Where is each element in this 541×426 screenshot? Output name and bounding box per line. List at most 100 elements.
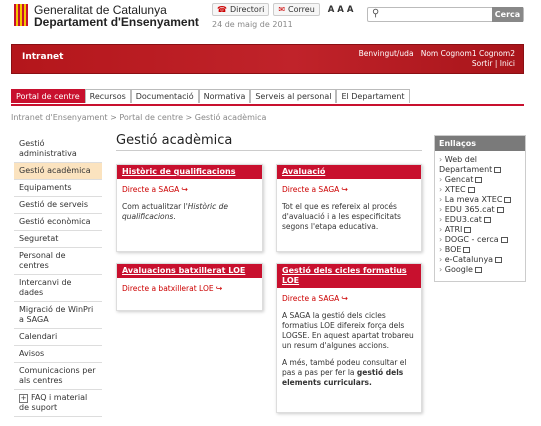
sidebar: Gestió administrativa Gestió acadèmica E… xyxy=(14,136,102,417)
sidebar-item-migracio-winpri[interactable]: Migració de WinPri a SAGA xyxy=(14,302,102,329)
generalitat-logo[interactable] xyxy=(14,4,28,26)
link-xtec[interactable]: XTEC xyxy=(445,185,466,194)
saga-link[interactable]: Directe a SAGA xyxy=(122,185,179,194)
link-item[interactable]: Gencat xyxy=(439,175,521,185)
links-title: Enllaços xyxy=(435,136,525,151)
curved-arrow-icon: ↪ xyxy=(215,284,223,293)
sidebar-item-calendari[interactable]: Calendari xyxy=(14,329,102,346)
link-edu365[interactable]: EDU 365.cat xyxy=(445,205,495,214)
batxillerat-link[interactable]: Directe a batxillerat LOE xyxy=(122,284,214,293)
curved-arrow-icon: ↪ xyxy=(181,185,188,194)
department-name: Departament d'Ensenyament xyxy=(34,15,199,29)
card-avaluacio-title[interactable]: Avaluació xyxy=(277,165,421,179)
directori-label: Directori xyxy=(229,5,265,14)
sidebar-item-seguretat[interactable]: Seguretat xyxy=(14,231,102,248)
logout-link[interactable]: Sortir xyxy=(472,59,493,68)
tab-documentacio[interactable]: Documentació xyxy=(130,89,199,103)
link-e-catalunya[interactable]: e-Catalunya xyxy=(445,255,493,264)
new-window-icon xyxy=(500,236,508,243)
card-historic-title[interactable]: Històric de qualificacions xyxy=(117,165,262,179)
correu-button[interactable]: ✉ Correu xyxy=(273,3,320,16)
welcome-label: Benvingut/uda xyxy=(358,49,414,58)
card-batxillerat-title[interactable]: Avaluacions batxillerat LOE xyxy=(117,264,262,278)
link-edu3[interactable]: EDU3.cat xyxy=(445,215,482,224)
link-item[interactable]: ATRI xyxy=(439,225,521,235)
sidebar-item-gestio-administrativa[interactable]: Gestió administrativa xyxy=(14,136,102,163)
new-window-icon xyxy=(463,246,471,253)
breadcrumb-sep: > xyxy=(110,113,117,122)
user-name: Nom Cognom1 Cognom2 xyxy=(420,49,515,58)
new-window-icon xyxy=(495,256,503,263)
tab-portal-de-centre[interactable]: Portal de centre xyxy=(11,89,85,103)
new-window-icon xyxy=(494,166,502,173)
link-item[interactable]: Google xyxy=(439,265,521,275)
link-google[interactable]: Google xyxy=(445,265,473,274)
new-window-icon xyxy=(483,216,491,223)
sidebar-item-gestio-economica[interactable]: Gestió econòmica xyxy=(14,214,102,231)
tab-recursos[interactable]: Recursos xyxy=(84,89,131,103)
user-welcome: Benvingut/uda Nom Cognom1 Cognom2 Sortir… xyxy=(359,49,515,69)
breadcrumb: Intranet d'Ensenyament > Portal de centr… xyxy=(11,113,266,122)
search-button[interactable]: Cerca xyxy=(492,7,523,22)
link-item[interactable]: BOE xyxy=(439,245,521,255)
card-historic-text-post: . xyxy=(173,212,176,221)
card-cicles-text2: A més, també podeu consultar el pas a pa… xyxy=(282,358,416,388)
card-cicles-title[interactable]: Gestió dels cicles formatius LOE xyxy=(277,264,421,288)
link-gencat[interactable]: Gencat xyxy=(445,175,474,184)
new-window-icon xyxy=(467,186,475,193)
breadcrumb-current: Gestió acadèmica xyxy=(194,113,267,122)
search-input[interactable] xyxy=(384,9,484,20)
link-item[interactable]: e-Catalunya xyxy=(439,255,521,265)
sidebar-item-intercanvi-de-dades[interactable]: Intercanvi de dades xyxy=(14,275,102,302)
nav-underline xyxy=(11,104,524,106)
card-historic: Històric de qualificacions Directe a SAG… xyxy=(116,164,263,252)
link-item[interactable]: EDU3.cat xyxy=(439,215,521,225)
brand[interactable]: Generalitat de Catalunya Departament d'E… xyxy=(34,4,199,28)
card-avaluacio-text: Tot el que es refereix al procés d'avalu… xyxy=(282,202,401,231)
card-batxillerat: Avaluacions batxillerat LOE Directe a ba… xyxy=(116,263,263,311)
link-item[interactable]: La meva XTEC xyxy=(439,195,521,205)
card-cicles-text1: A SAGA la gestió dels cicles formatius L… xyxy=(282,311,414,350)
card-avaluacio: Avaluació Directe a SAGA ↪ Tot el que es … xyxy=(276,164,422,252)
link-boe[interactable]: BOE xyxy=(445,245,462,254)
sidebar-item-faq[interactable]: FAQ i material de suport xyxy=(14,390,102,417)
link-meva-xtec[interactable]: La meva XTEC xyxy=(445,195,503,204)
sidebar-item-gestio-academica[interactable]: Gestió acadèmica xyxy=(14,163,102,180)
saga-link[interactable]: Directe a SAGA xyxy=(282,294,339,303)
links-panel: Enllaços Web del Departament Gencat XTEC… xyxy=(434,135,526,282)
tab-serveis-al-personal[interactable]: Serveis al personal xyxy=(250,89,337,103)
date: 24 de maig de 2011 xyxy=(212,20,293,29)
main-nav: Portal de centre Recursos Documentació N… xyxy=(11,89,410,103)
breadcrumb-intranet[interactable]: Intranet d'Ensenyament xyxy=(11,113,108,122)
link-web-departament[interactable]: Web del Departament xyxy=(439,155,492,174)
sidebar-item-personal-de-centres[interactable]: Personal de centres xyxy=(14,248,102,275)
tab-el-departament[interactable]: El Departament xyxy=(336,89,410,103)
link-dogc[interactable]: DOGC - cerca xyxy=(445,235,499,244)
tab-normativa[interactable]: Normativa xyxy=(198,89,251,103)
link-item[interactable]: XTEC xyxy=(439,185,521,195)
directori-button[interactable]: ☎ Directori xyxy=(212,3,270,16)
title-divider xyxy=(116,150,422,151)
search-icon: ⚲ xyxy=(372,8,380,19)
top-links: ☎ Directori ✉ Correu A A A xyxy=(212,3,353,16)
new-window-icon xyxy=(475,176,483,183)
link-item[interactable]: EDU 365.cat xyxy=(439,205,521,215)
intranet-banner: Intranet Benvingut/uda Nom Cognom1 Cogno… xyxy=(11,44,524,74)
link-atri[interactable]: ATRI xyxy=(445,225,463,234)
sidebar-item-comunicacions[interactable]: Comunicacions per als centres xyxy=(14,363,102,390)
sidebar-item-gestio-de-serveis[interactable]: Gestió de serveis xyxy=(14,197,102,214)
home-link[interactable]: Inici xyxy=(500,59,515,68)
sidebar-item-avisos[interactable]: Avisos xyxy=(14,346,102,363)
phone-icon: ☎ xyxy=(217,5,227,14)
link-item[interactable]: Web del Departament xyxy=(439,155,521,175)
card-historic-text: Com actualitzar l'Històric de qualificac… xyxy=(122,202,257,222)
breadcrumb-portal[interactable]: Portal de centre xyxy=(119,113,183,122)
saga-link[interactable]: Directe a SAGA xyxy=(282,185,339,194)
new-window-icon xyxy=(474,266,482,273)
link-item[interactable]: DOGC - cerca xyxy=(439,235,521,245)
banner-separator: | xyxy=(494,59,498,68)
correu-label: Correu xyxy=(288,5,315,14)
sidebar-item-equipaments[interactable]: Equipaments xyxy=(14,180,102,197)
font-size-controls[interactable]: A A A xyxy=(328,5,354,15)
curved-arrow-icon: ↪ xyxy=(341,294,348,303)
